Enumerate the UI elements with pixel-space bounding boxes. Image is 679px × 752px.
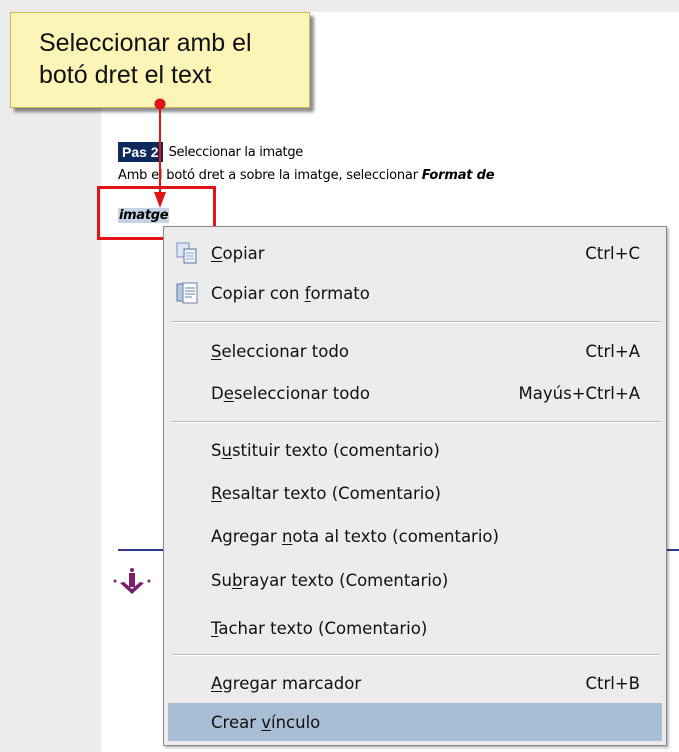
document-top-margin <box>101 0 679 12</box>
step-badge: Pas 2 <box>118 142 163 162</box>
menu-item-sustituir-texto[interactable]: Sustituir texto (comentario) <box>164 430 666 470</box>
menu-item-copiar-con-formato[interactable]: Copiar con formato <box>164 273 666 313</box>
menu-shortcut: Ctrl+A <box>585 341 640 361</box>
instruction-text: Amb el botó dret a sobre la imatge, sele… <box>118 168 495 183</box>
menu-item-subrayar-texto[interactable]: Subrayar texto (Comentario) <box>164 560 666 600</box>
context-menu: Copiar Ctrl+C Copiar con formato Selecci… <box>163 226 667 746</box>
step-heading: Pas 2 Seleccionar la imatge <box>118 141 303 163</box>
menu-label: Seleccionar todo <box>211 341 349 361</box>
menu-label: Crear vínculo <box>211 712 321 732</box>
menu-separator <box>172 421 660 423</box>
menu-label: Subrayar texto (Comentario) <box>211 570 449 590</box>
menu-item-crear-vinculo[interactable]: Crear vínculo <box>168 703 662 741</box>
copy-icon <box>176 242 197 264</box>
callout-text: Seleccionar amb el botó dret el text <box>39 29 252 89</box>
menu-item-tachar-texto[interactable]: Tachar texto (Comentario) <box>164 608 666 648</box>
menu-label: Agregar nota al texto (comentario) <box>211 526 499 546</box>
menu-label: Agregar marcador <box>211 673 362 693</box>
anchor-icon <box>113 568 151 594</box>
menu-item-seleccionar-todo[interactable]: Seleccionar todo Ctrl+A <box>164 331 666 371</box>
annotation-callout: Seleccionar amb el botó dret el text <box>10 12 310 108</box>
menu-separator <box>172 654 660 656</box>
instruction-prefix: Amb el botó dret a sobre la imatge, sele… <box>118 168 422 183</box>
menu-label: Deseleccionar todo <box>211 383 370 403</box>
menu-item-agregar-nota[interactable]: Agregar nota al texto (comentario) <box>164 516 666 556</box>
menu-label: Tachar texto (Comentario) <box>211 618 428 638</box>
menu-shortcut: Ctrl+C <box>585 243 640 263</box>
step-title: Seleccionar la imatge <box>168 144 304 160</box>
menu-separator <box>172 321 660 323</box>
menu-shortcut: Mayús+Ctrl+A <box>518 383 640 403</box>
menu-label: Copiar con formato <box>211 283 370 303</box>
menu-label: Sustituir texto (comentario) <box>211 440 440 460</box>
menu-item-resaltar-texto[interactable]: Resaltar texto (Comentario) <box>164 473 666 513</box>
menu-item-copiar[interactable]: Copiar Ctrl+C <box>164 233 666 273</box>
menu-label: Copiar <box>211 243 265 263</box>
menu-shortcut: Ctrl+B <box>585 673 640 693</box>
menu-label: Resaltar texto (Comentario) <box>211 483 441 503</box>
instruction-bold: Format de <box>421 168 495 183</box>
menu-item-agregar-marcador[interactable]: Agregar marcador Ctrl+B <box>164 663 666 703</box>
menu-item-deseleccionar-todo[interactable]: Deseleccionar todo Mayús+Ctrl+A <box>164 373 666 413</box>
copy-format-icon <box>176 282 198 304</box>
